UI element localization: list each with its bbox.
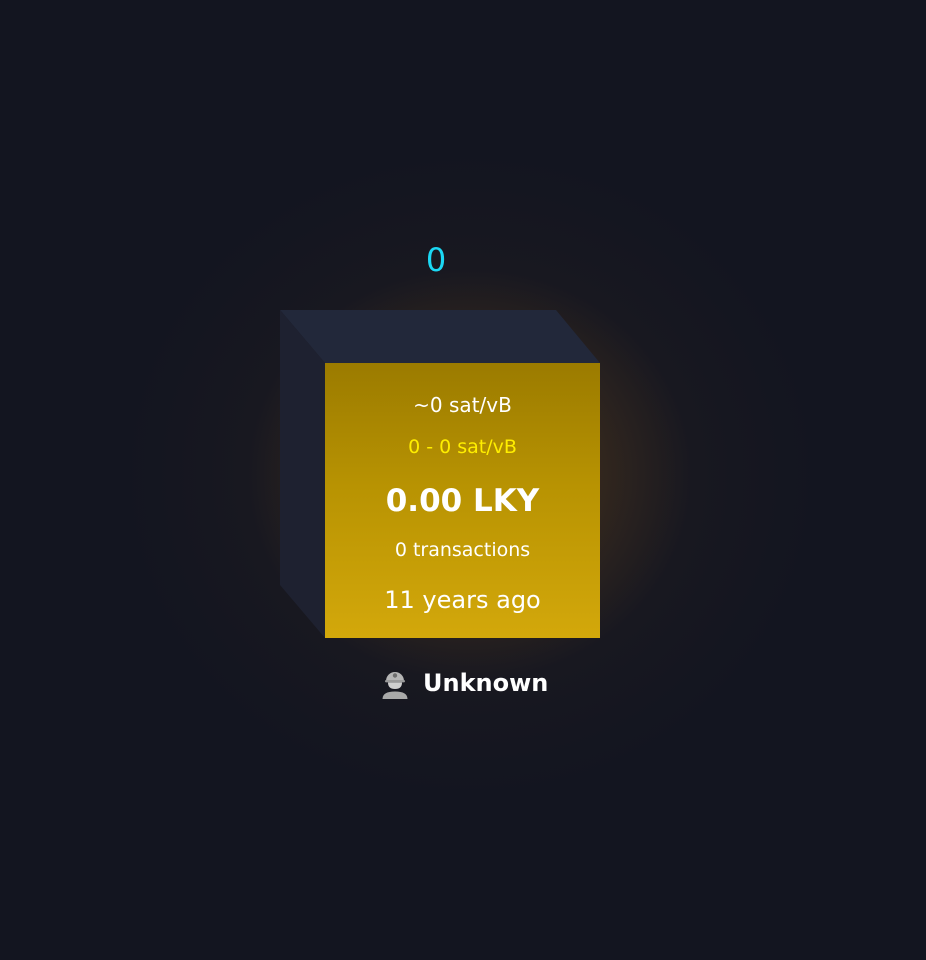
- miner-name: Unknown: [423, 669, 549, 697]
- transaction-count: 0 transactions: [394, 539, 531, 561]
- block-height-link[interactable]: 0: [0, 240, 872, 280]
- total-value: 0.00 LKY: [385, 483, 540, 519]
- fee-range: 0 - 0 sat/vB: [408, 436, 517, 458]
- miner-pool[interactable]: Unknown: [380, 664, 548, 702]
- block-cube-front-face: ~0 sat/vB 0 - 0 sat/vB 0.00 LKY 0 transa…: [325, 363, 600, 638]
- block-time-ago: 11 years ago: [384, 586, 541, 614]
- block-cube[interactable]: ~0 sat/vB 0 - 0 sat/vB 0.00 LKY 0 transa…: [280, 310, 600, 638]
- median-fee: ~0 sat/vB: [413, 393, 512, 417]
- block-view: 0 ~0 sat/vB 0 - 0 sat/vB 0.00 LKY 0 tran…: [0, 0, 926, 960]
- block-cube-top-face: [280, 310, 600, 363]
- miner-avatar-icon: [380, 665, 410, 701]
- block-cube-side-face: [280, 310, 325, 638]
